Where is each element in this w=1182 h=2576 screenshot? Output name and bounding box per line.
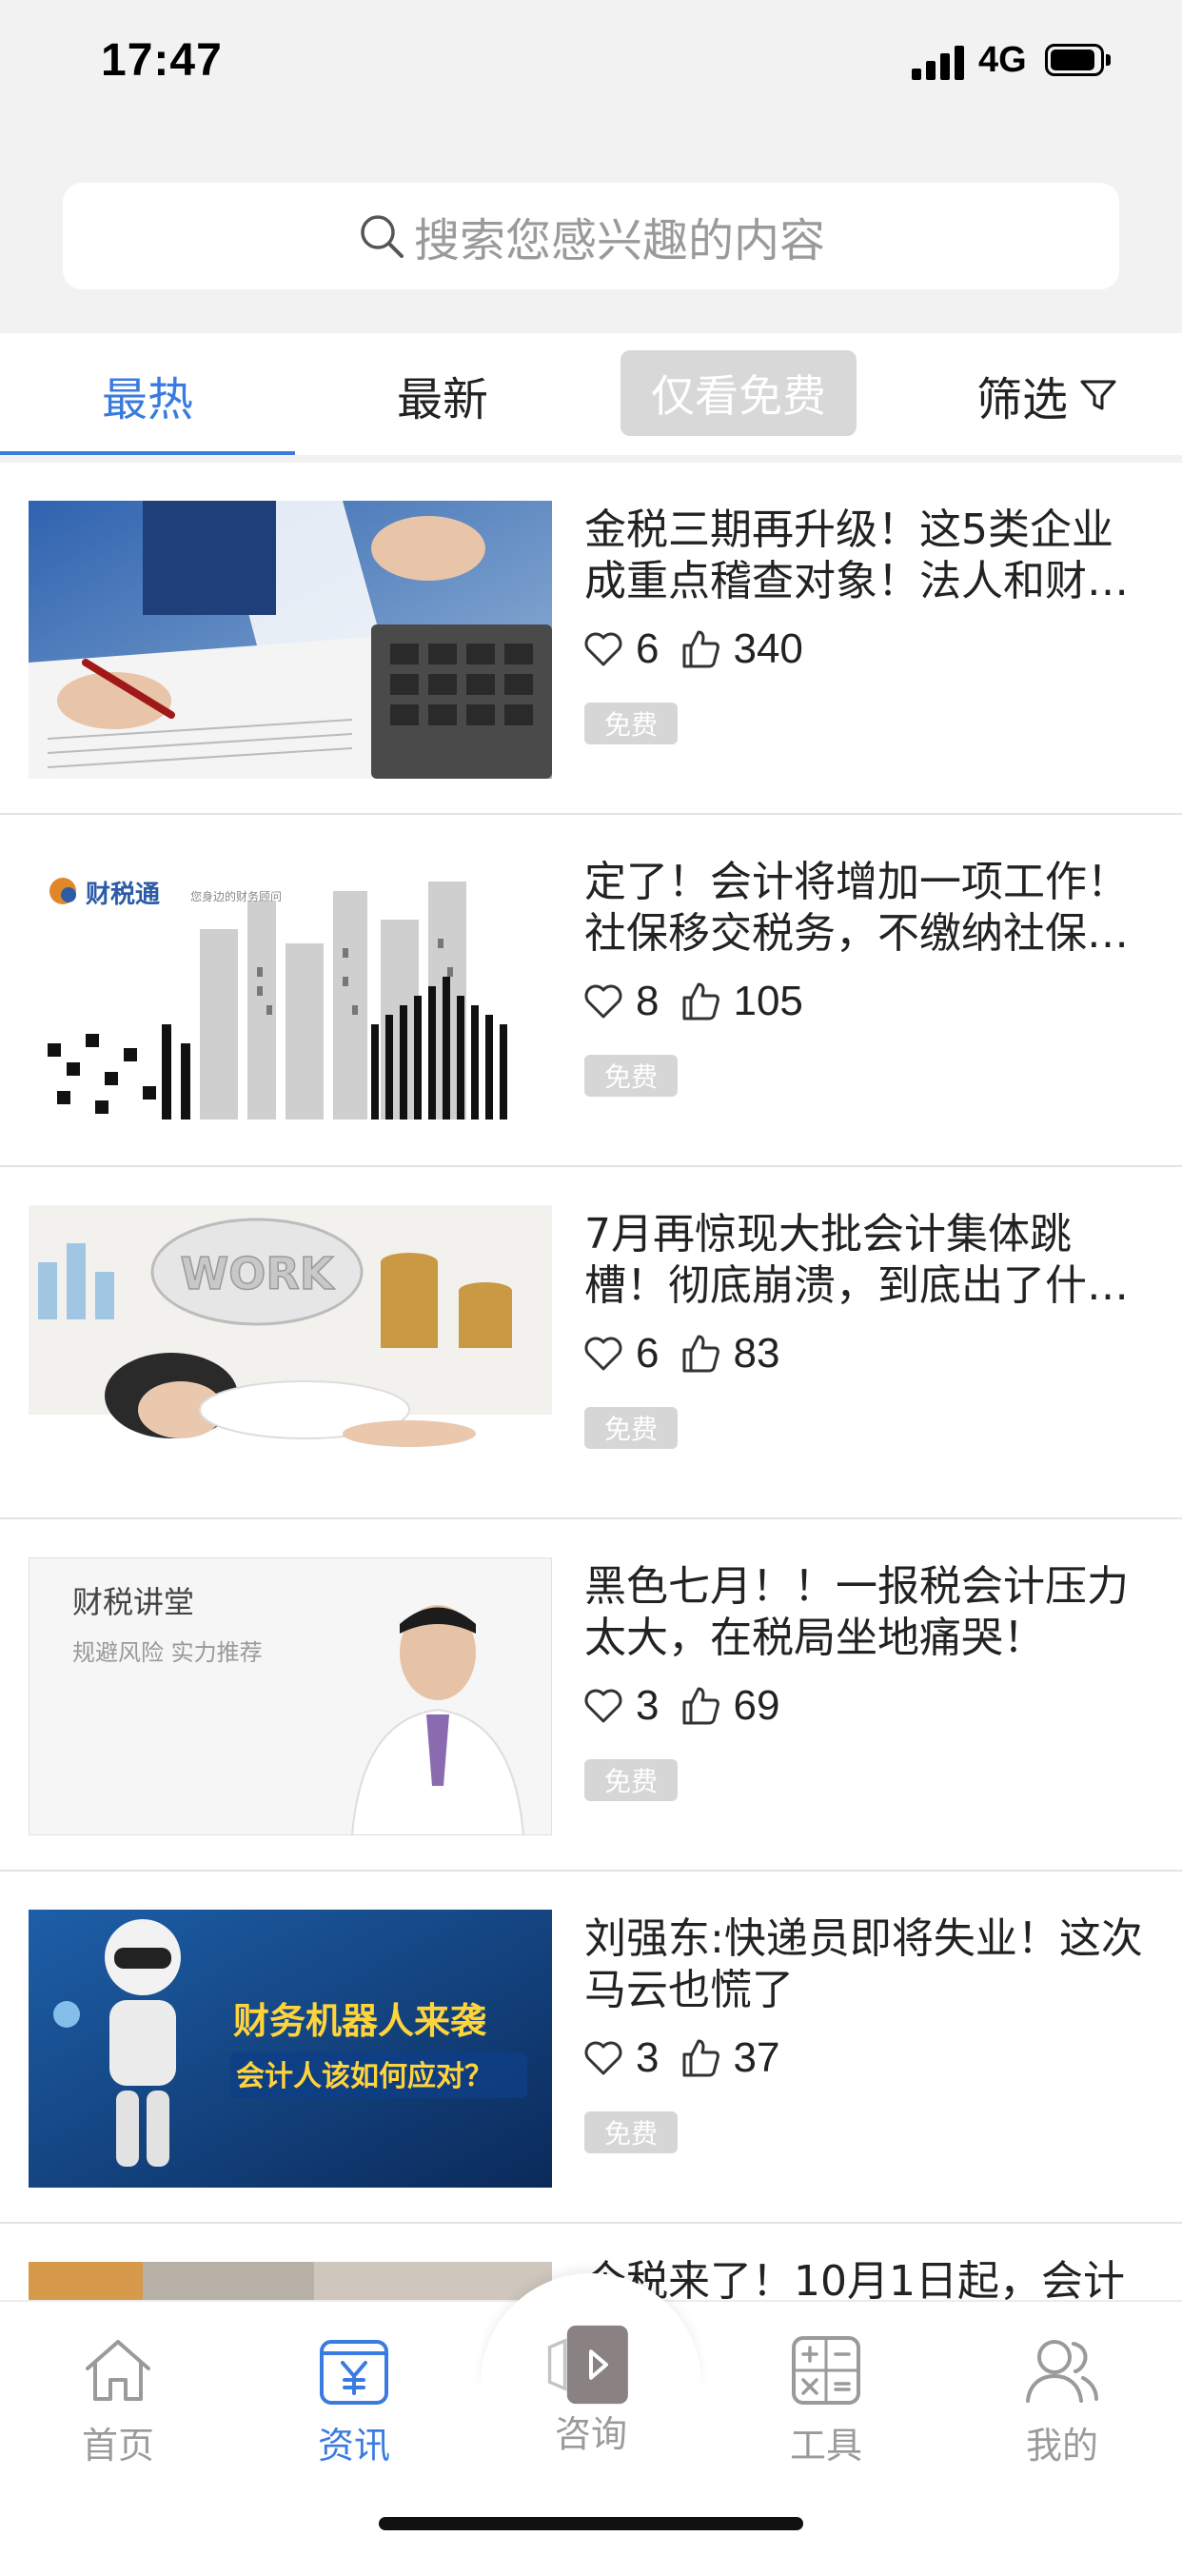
search-input[interactable]: 搜索您感兴趣的内容 <box>63 183 1119 289</box>
article-item[interactable]: 金税三期再升级！这5类企业成重点稽查对象！法人和财务要注意了 6 340 免费 <box>0 463 1182 815</box>
favorite-count: 3 <box>636 1682 660 1729</box>
article-item[interactable]: WORK 7月再惊现大批会计集体跳槽！彻底崩溃，到底出了什么事 6 83 免费 <box>0 1167 1182 1519</box>
like-count: 83 <box>733 1330 780 1377</box>
tabbar-item-news[interactable]: 资讯 <box>278 2330 430 2473</box>
tab-latest[interactable]: 最新 <box>295 333 590 457</box>
heart-icon[interactable] <box>582 2037 624 2079</box>
robot-banner-line1: 财务机器人来袭 <box>233 2000 487 2042</box>
tabbar-label: 我的 <box>1025 2425 1098 2467</box>
search-placeholder: 搜索您感兴趣的内容 <box>413 214 825 268</box>
article-item[interactable]: 财税讲堂 规避风险 实力推荐 黑色七月！！一报税会计压力太大，在税局坐地痛哭！ … <box>0 1519 1182 1872</box>
thumbs-up-icon[interactable] <box>680 628 721 670</box>
caishuitong-subtitle: 您身边的财务顾问 <box>190 889 282 903</box>
like-count: 105 <box>733 978 803 1024</box>
signal-icon <box>912 44 965 80</box>
like-count: 69 <box>733 1682 780 1729</box>
article-thumbnail <box>29 501 552 779</box>
favorite-count: 3 <box>636 2034 660 2081</box>
thumbs-up-icon[interactable] <box>680 2037 721 2079</box>
home-icon <box>86 2340 150 2401</box>
battery-icon <box>1045 44 1112 76</box>
divider <box>0 455 1182 463</box>
like-count: 37 <box>733 2034 780 2081</box>
tabbar-label: 咨询 <box>554 2413 627 2455</box>
search-area: 搜索您感兴趣的内容 <box>0 133 1182 333</box>
free-badge: 免费 <box>584 703 678 744</box>
free-badge: 免费 <box>584 1407 678 1449</box>
home-indicator[interactable] <box>379 2517 803 2530</box>
heart-icon[interactable] <box>582 981 624 1022</box>
video-consult-icon <box>547 2325 628 2405</box>
thumbs-up-icon[interactable] <box>680 1333 721 1375</box>
article-thumbnail: WORK <box>29 1205 552 1483</box>
like-count: 340 <box>733 625 803 672</box>
tabbar-item-profile[interactable]: 我的 <box>986 2330 1138 2473</box>
favorite-count: 6 <box>636 1330 660 1377</box>
work-cloud-text: WORK <box>181 1248 336 1299</box>
free-badge: 免费 <box>584 1055 678 1097</box>
robot-banner-line2: 会计人该如何应对？ <box>236 2060 493 2093</box>
article-stats: 6 83 <box>582 1327 800 1380</box>
article-thumbnail: 财务机器人来袭 会计人该如何应对？ <box>29 1910 552 2188</box>
article-item[interactable]: 财税通 您身边的财务顾问 定了！会计将增加一项工作！社保移交税务，不缴纳社保将受… <box>0 815 1182 1167</box>
status-bar: 17:47 4G <box>0 0 1182 133</box>
free-badge: 免费 <box>584 1759 678 1801</box>
heart-icon[interactable] <box>582 628 624 670</box>
article-stats: 3 69 <box>582 1679 800 1733</box>
article-stats: 6 340 <box>582 623 824 676</box>
heart-icon[interactable] <box>582 1333 624 1375</box>
search-icon <box>361 215 404 258</box>
tabbar-label: 首页 <box>81 2425 154 2467</box>
news-yen-icon <box>320 2340 388 2405</box>
tabbar-label: 资讯 <box>317 2425 390 2467</box>
tabbar-item-home[interactable]: 首页 <box>42 2330 194 2473</box>
article-stats: 8 105 <box>582 975 824 1028</box>
article-title: 刘强东:快递员即将失业！这次马云也慌了 <box>584 1914 1143 2014</box>
network-label: 4G <box>978 40 1027 80</box>
filter-label: 筛选 <box>975 373 1068 426</box>
free-badge: 免费 <box>584 2111 678 2153</box>
article-title: 定了！会计将增加一项工作！社保移交税务，不缴纳社保将受罚 <box>584 858 1129 958</box>
lecture-title: 财税讲堂 <box>72 1584 194 1620</box>
article-thumbnail: 财税通 您身边的财务顾问 <box>29 853 552 1131</box>
free-only-toggle[interactable]: 仅看免费 <box>621 350 857 436</box>
caishuitong-logo: 财税通 <box>86 881 160 909</box>
article-thumbnail: 财税讲堂 规避风险 实力推荐 <box>29 1557 552 1835</box>
heart-icon[interactable] <box>582 1685 624 1727</box>
thumbs-up-icon[interactable] <box>680 981 721 1022</box>
article-item[interactable]: 财务机器人来袭 会计人该如何应对？ 刘强东:快递员即将失业！这次马云也慌了 3 … <box>0 1872 1182 2224</box>
calculator-icon <box>792 2336 860 2405</box>
status-time: 17:47 <box>101 35 223 86</box>
article-stats: 3 37 <box>582 2031 800 2085</box>
tabbar-label: 工具 <box>789 2425 862 2467</box>
filter-button[interactable]: 筛选 <box>933 333 1161 457</box>
filter-funnel-icon <box>1080 380 1116 410</box>
article-title: 金税三期再升级！这5类企业成重点稽查对象！法人和财务要注意了 <box>584 505 1129 605</box>
tabbar-item-tools[interactable]: 工具 <box>750 2330 902 2473</box>
lecture-subtitle: 规避风险 实力推荐 <box>72 1639 263 1666</box>
thumbs-up-icon[interactable] <box>680 1685 721 1727</box>
filter-tabs: 最热 最新 仅看免费 筛选 <box>0 333 1182 457</box>
favorite-count: 6 <box>636 625 660 672</box>
article-title: 黑色七月！！一报税会计压力太大，在税局坐地痛哭！ <box>584 1562 1129 1662</box>
tabbar-item-consult[interactable]: 咨询 <box>515 2325 667 2473</box>
article-title: 7月再惊现大批会计集体跳槽！彻底崩溃，到底出了什么事 <box>584 1210 1129 1310</box>
favorite-count: 8 <box>636 978 660 1024</box>
users-icon <box>1026 2340 1098 2403</box>
tab-hot[interactable]: 最热 <box>0 333 295 457</box>
